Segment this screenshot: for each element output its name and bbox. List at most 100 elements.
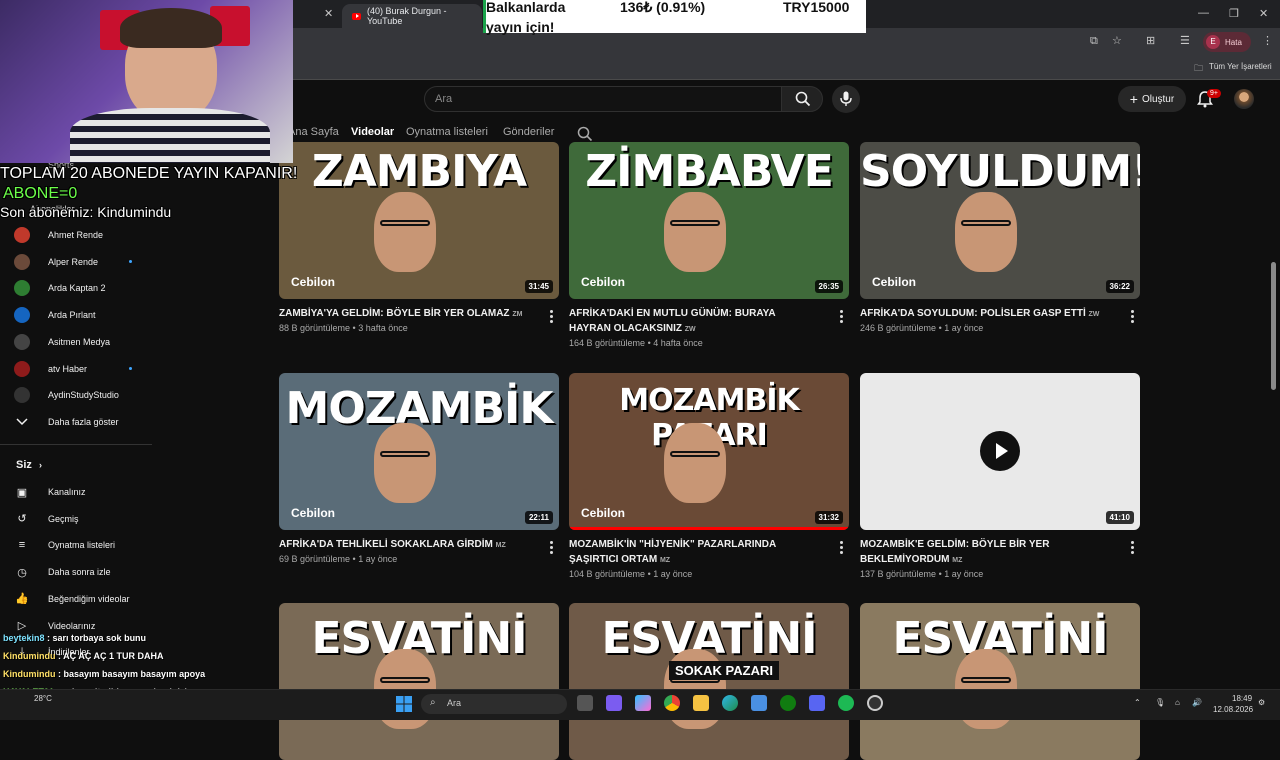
store-icon[interactable] — [751, 695, 767, 711]
reading-list-icon[interactable]: ☰ — [1180, 34, 1190, 47]
sidebar-you-item[interactable]: ◷ Daha sonra izle — [14, 563, 110, 581]
video-title-text: MOZAMBİK'İN "HİJYENİK" PAZARLARINDA ŞAŞI… — [569, 539, 776, 565]
kebab-dot — [1131, 546, 1134, 549]
video-title[interactable]: ZAMBİYA'YA GELDİM: BÖYLE BİR YER OLAMAZ … — [279, 306, 529, 322]
install-app-icon[interactable]: ⧉ — [1090, 35, 1098, 48]
tab-posts[interactable]: Gönderiler — [503, 126, 554, 138]
video-title[interactable]: AFRİKA'DA TEHLİKELİ SOKAKLARA GİRDİM MZ — [279, 537, 529, 553]
presenter-face — [374, 423, 436, 503]
tab-title: (40) Burak Durgun - YouTube — [366, 6, 447, 26]
video-thumbnail[interactable]: ZAMBIYA Cebilon 31:45 — [279, 142, 559, 299]
subscription-name: Arda Pırlant — [48, 310, 96, 321]
edge-icon[interactable] — [722, 695, 738, 711]
sidebar-you-item[interactable]: ▣ Kanalınız — [14, 483, 86, 501]
video-thumbnail[interactable]: ESVATİNİ SOKAK PAZARI — [569, 603, 849, 760]
more-options-icon[interactable] — [550, 310, 553, 325]
search-input[interactable]: Ara — [424, 86, 782, 112]
more-options-icon[interactable] — [840, 310, 843, 325]
account-avatar[interactable] — [1234, 89, 1254, 109]
sidebar-subscription[interactable]: Arda Pırlant — [14, 306, 96, 324]
bookmark-star-icon[interactable]: ☆ — [1112, 34, 1122, 47]
tray-date[interactable]: 12.08.2026 — [1213, 705, 1253, 714]
browser-menu-icon[interactable]: ⋮ — [1262, 34, 1273, 47]
obs-icon[interactable] — [867, 695, 883, 711]
extensions-icon[interactable]: ⊞ — [1146, 34, 1155, 47]
widgets-icon[interactable] — [606, 695, 622, 711]
presenter-glasses — [380, 220, 430, 226]
chat-separator: : — [44, 633, 53, 643]
overlay-goal-text: TOPLAM 20 ABONEDE YAYIN KAPANIR! — [0, 165, 298, 182]
minimize-icon[interactable]: — — [1198, 7, 1209, 19]
all-bookmarks-link[interactable]: Tüm Yer İşaretleri — [1209, 62, 1272, 71]
video-title[interactable]: MOZAMBİK'İN "HİJYENİK" PAZARLARINDA ŞAŞI… — [569, 537, 819, 568]
tray-chevron-icon[interactable]: ⌃ — [1134, 698, 1141, 707]
taskbar-search[interactable]: ⌕ Ara — [421, 694, 567, 714]
task-view-icon[interactable] — [577, 695, 593, 711]
search-button[interactable] — [781, 86, 823, 112]
play-icon[interactable] — [980, 431, 1020, 471]
video-thumbnail[interactable]: MOZAMBİK Cebilon 22:11 — [279, 373, 559, 530]
sidebar-you-item[interactable]: ≡ Oynatma listeleri — [14, 536, 115, 554]
sidebar-you-item[interactable]: 👍 Beğendiğim videolar — [14, 590, 129, 608]
show-more-button[interactable]: Daha fazla göster — [14, 413, 119, 431]
sidebar-subscription[interactable]: Alper Rende — [14, 253, 98, 271]
video-thumbnail[interactable]: SOYULDUM! Cebilon 36:22 — [860, 142, 1140, 299]
tray-mic-icon[interactable]: 🎙 — [1155, 698, 1165, 707]
tab-videos[interactable]: Videolar — [351, 126, 394, 138]
chrome-icon[interactable] — [664, 695, 680, 711]
tray-network-icon[interactable]: ⌂ — [1175, 698, 1180, 707]
sidebar-you-item[interactable]: ↺ Geçmiş — [14, 510, 78, 528]
video-thumbnail[interactable]: ESVATİNİ — [279, 603, 559, 760]
create-button[interactable]: + Oluştur — [1118, 86, 1186, 112]
presenter-glasses — [380, 677, 430, 683]
close-tab-icon[interactable]: ✕ — [324, 7, 333, 20]
sidebar-subscription[interactable]: AydinStudyStudio — [14, 386, 119, 404]
country-tag: ZM — [512, 311, 523, 318]
voice-search-button[interactable] — [832, 85, 860, 113]
restore-icon[interactable]: ❐ — [1229, 7, 1239, 20]
you-section-heading[interactable]: Siz › — [16, 459, 42, 471]
your-videos-icon: ▷ — [17, 620, 27, 632]
more-options-icon[interactable] — [1131, 541, 1134, 556]
sidebar-subscription[interactable]: Ahmet Rende — [14, 226, 103, 244]
tray-time[interactable]: 18:49 — [1232, 694, 1252, 703]
page-scrollbar[interactable] — [1271, 262, 1276, 390]
sidebar-you-item[interactable]: ▷ Videolarınız — [14, 617, 96, 635]
spotify-icon[interactable] — [838, 695, 854, 711]
kebab-dot — [840, 315, 843, 318]
more-options-icon[interactable] — [840, 541, 843, 556]
xbox-icon[interactable] — [780, 695, 796, 711]
sidebar-subscription[interactable]: atv Haber — [14, 360, 87, 378]
window-close-icon[interactable]: ✕ — [1259, 7, 1268, 20]
view-count: 88 B görüntüleme — [279, 323, 351, 333]
windows-start-icon[interactable] — [396, 696, 412, 712]
presenter-glasses — [670, 451, 720, 457]
video-title[interactable]: MOZAMBİK'E GELDİM: BÖYLE BİR YER BEKLEMİ… — [860, 537, 1110, 568]
tray-volume-icon[interactable]: 🔊 — [1192, 698, 1202, 707]
taskbar-search-icon: ⌕ — [430, 697, 436, 708]
meta-separator: • — [350, 323, 359, 333]
meta-separator: • — [645, 338, 654, 348]
video-title[interactable]: AFRİKA'DA SOYULDUM: POLİSLER GASP ETTİ Z… — [860, 306, 1110, 322]
create-label: Oluştur — [1141, 93, 1175, 105]
video-thumbnail[interactable]: ZİMBABVE Cebilon 26:35 — [569, 142, 849, 299]
copilot-icon[interactable] — [635, 695, 651, 711]
channel-search-icon[interactable] — [577, 126, 593, 142]
sidebar-subscription[interactable]: Asitmen Medya — [14, 333, 110, 351]
playlists-icon: ≡ — [18, 539, 26, 552]
video-thumbnail[interactable]: ESVATİNİ — [860, 603, 1140, 760]
tray-settings-icon[interactable]: ⚙ — [1258, 698, 1265, 707]
tab-playlists[interactable]: Oynatma listeleri — [406, 126, 488, 138]
video-thumbnail[interactable]: MOZAMBİK PAZARICebilon31:32 — [569, 373, 849, 530]
sidebar-subscription[interactable]: Arda Kaptan 2 — [14, 279, 106, 297]
profile-button[interactable]: E Hata — [1203, 32, 1251, 52]
more-options-icon[interactable] — [550, 541, 553, 556]
browser-tab-youtube[interactable]: (40) Burak Durgun - YouTube — [342, 4, 482, 28]
file-explorer-icon[interactable] — [693, 695, 709, 711]
discord-icon[interactable] — [809, 695, 825, 711]
upload-age: 4 hafta önce — [653, 338, 703, 348]
more-options-icon[interactable] — [1131, 310, 1134, 325]
video-thumbnail[interactable]: 41:10 — [860, 373, 1140, 530]
tab-home[interactable]: Ana Sayfa — [288, 126, 339, 138]
video-title[interactable]: AFRİKA'DAKİ EN MUTLU GÜNÜM: BURAYA HAYRA… — [569, 306, 819, 337]
